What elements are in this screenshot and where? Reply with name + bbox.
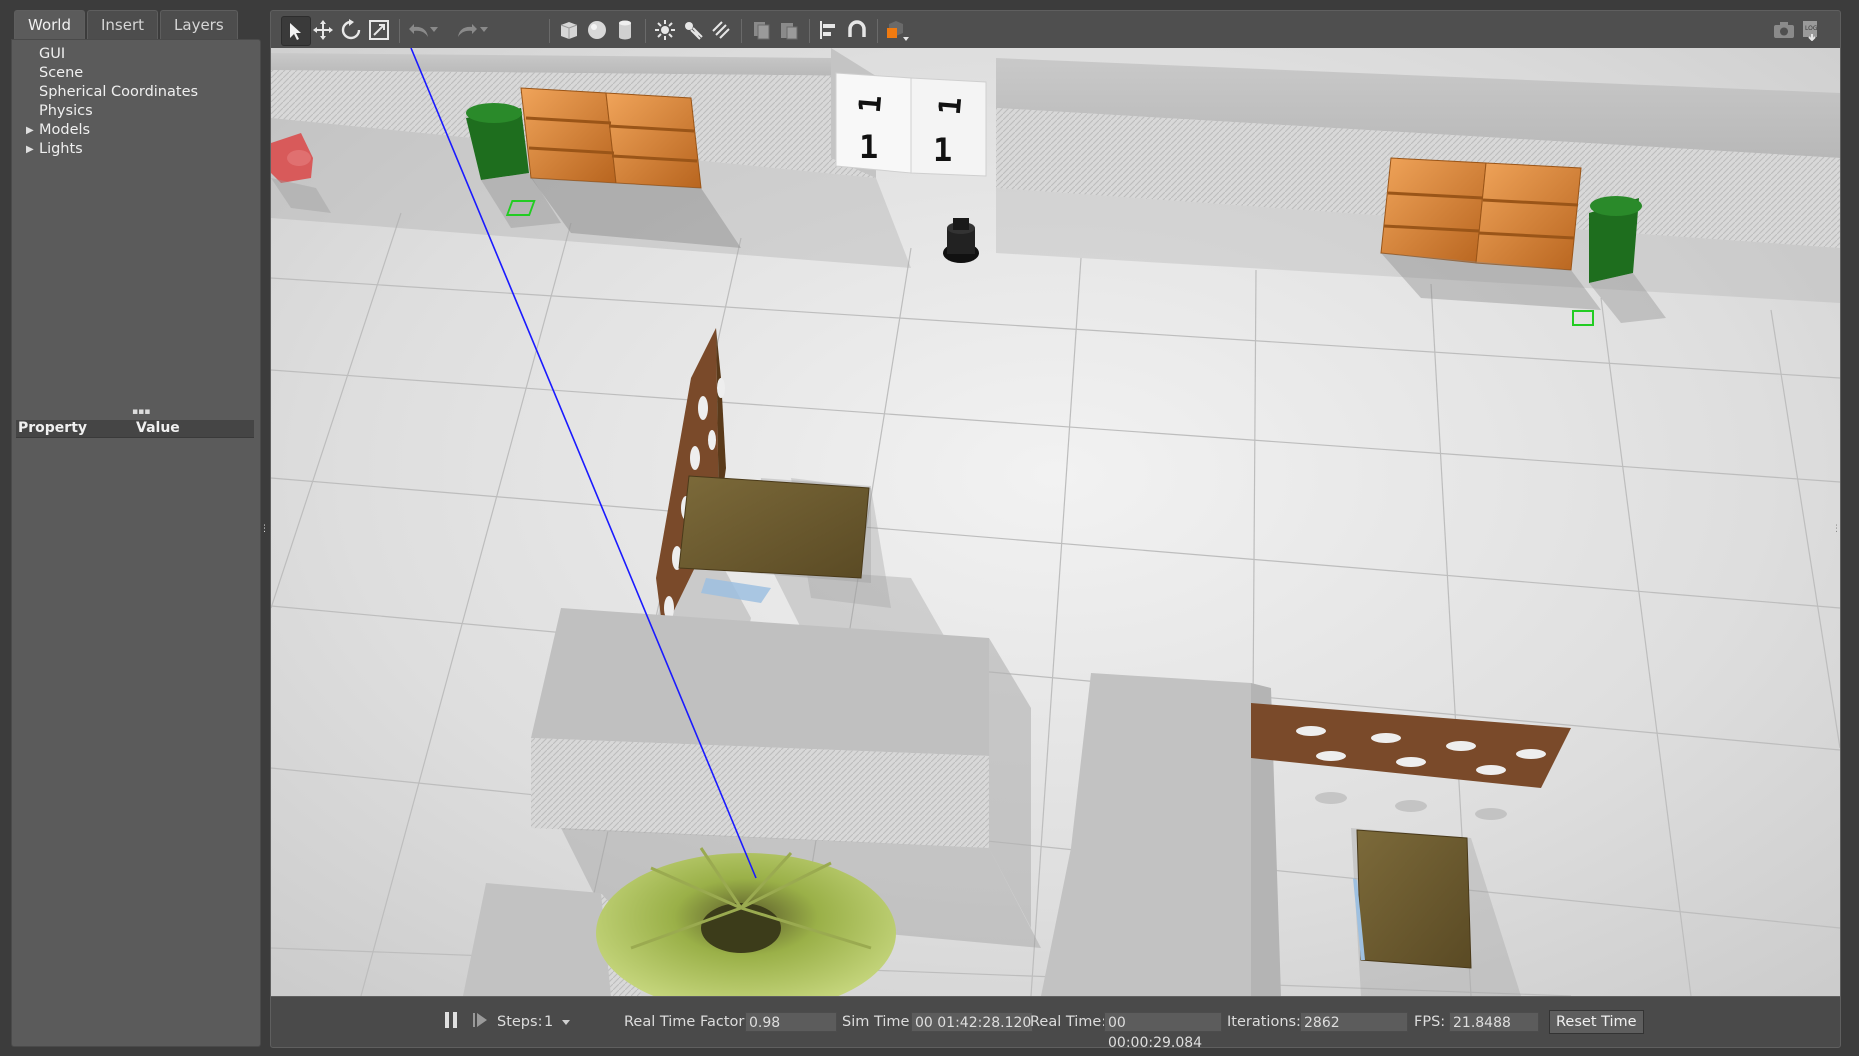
copy-button[interactable] [747,16,775,44]
undo-history-dropdown[interactable] [427,16,441,44]
tree-item-physics[interactable]: Physics [12,102,260,121]
toolbar-separator [877,19,878,43]
sphere-icon [588,21,606,39]
real-time-factor-field: 0.98 [745,1012,837,1032]
toolbar-separator [809,19,810,43]
spot-light-icon [685,22,703,40]
iterations-field: 2862 [1300,1012,1408,1032]
tree-item-scene[interactable]: Scene [12,64,260,83]
value-column-header: Value [136,420,180,436]
tab-world[interactable]: World [14,10,85,39]
sign-digit: 1 [933,131,952,169]
real-time-label: Real Time: [1030,1014,1107,1030]
toolbar-separator [645,19,646,43]
toolbar-separator [741,19,742,43]
sign-digit: 1 [933,95,969,116]
tree-item-lights[interactable]: ▶ Lights [12,140,260,159]
tree-item-models[interactable]: ▶ Models [12,121,260,140]
view-angle-icon [887,21,909,41]
spot-light-button[interactable] [679,16,707,44]
svg-text:LOG: LOG [1805,25,1818,32]
real-time-field: 00 00:00:29.084 [1104,1012,1222,1051]
number-sign-blocks: 1 1 1 1 [835,72,987,177]
snap-icon [848,20,866,37]
scene-viewport[interactable]: 1 1 1 1 ⋮ [270,48,1841,996]
snap-button[interactable] [843,16,871,44]
chevron-down-icon [430,27,438,32]
fps-field: 21.8488 [1449,1012,1539,1032]
chevron-down-icon [561,1020,570,1025]
world-tab-panel: GUI Scene Spherical Coordinates Physics … [11,39,261,1047]
log-icon: LOG [1803,21,1818,41]
pause-button[interactable] [443,1010,459,1030]
redo-history-dropdown[interactable] [477,16,491,44]
tree-item-label: Lights [39,141,83,157]
screenshot-icon [1774,22,1794,38]
expand-arrow-icon[interactable]: ▶ [26,121,34,140]
toolbar-separator [399,19,400,43]
panel-collapse-handle[interactable]: ⋮ [260,524,269,534]
tab-bar: World Insert Layers [14,10,240,40]
view-angle-button[interactable] [883,16,911,44]
screenshot-button[interactable] [1770,16,1798,44]
paste-button[interactable] [775,16,803,44]
tree-item-spherical-coordinates[interactable]: Spherical Coordinates [12,83,260,102]
align-button[interactable] [815,16,843,44]
tree-item-gui[interactable]: GUI [12,45,260,64]
property-table-header: Property Value [16,420,254,438]
splitter-handle[interactable]: ▪▪▪ [132,408,150,417]
insert-cylinder-button[interactable] [611,16,639,44]
pause-icon [445,1012,457,1028]
right-panel-collapse-handle[interactable]: ⋮ [1832,524,1840,534]
expand-arrow-icon[interactable]: ▶ [26,140,34,159]
redo-icon [458,24,477,37]
point-light-icon [655,20,675,40]
translate-icon [313,20,333,40]
iterations-label: Iterations: [1227,1014,1301,1030]
tab-layers[interactable]: Layers [160,10,238,39]
steps-value: 1 [544,1014,554,1030]
fps-label: FPS: [1414,1014,1446,1030]
paste-icon [781,23,798,40]
sim-time-field: 00 01:42:28.120 [911,1012,1033,1032]
translate-tool-button[interactable] [309,16,337,44]
rotate-icon [341,19,361,40]
steps-spinbox[interactable]: 1 [544,1012,570,1032]
scene-render: 1 1 1 1 [271,48,1840,996]
insert-sphere-button[interactable] [583,16,611,44]
property-column-header: Property [18,420,88,436]
real-time-factor-label: Real Time Factor: [624,1014,749,1030]
left-panel: World Insert Layers GUI Scene Spherical … [0,0,269,1056]
copy-icon [754,22,770,40]
tree-item-label: Models [39,122,91,138]
toolbar-separator [549,19,550,43]
sim-time-label: Sim Time: [842,1014,915,1030]
point-light-button[interactable] [651,16,679,44]
status-bar: Steps: 1 Real Time Factor: 0.98 Sim Time… [270,996,1841,1051]
sign-digit: 1 [853,93,889,114]
bookshelf-model[interactable] [1380,157,1601,310]
sign-digit: 1 [859,128,878,166]
world-tree: GUI Scene Spherical Coordinates Physics … [12,45,260,159]
chevron-down-icon [480,27,488,32]
scale-icon [369,20,389,40]
step-button[interactable] [471,1010,489,1030]
toolbar: LOG [270,10,1841,50]
scale-tool-button[interactable] [365,16,393,44]
align-icon [820,21,835,39]
select-tool-button[interactable] [281,16,311,46]
directional-light-icon [712,21,730,39]
log-button[interactable]: LOG [1797,16,1825,44]
reset-time-button[interactable]: Reset Time [1549,1010,1644,1034]
box-icon [560,22,578,39]
steps-label: Steps: [497,1014,543,1030]
step-forward-icon [473,1013,487,1027]
directional-light-button[interactable] [707,16,735,44]
cylinder-icon [619,20,631,40]
select-icon [290,23,301,40]
insert-box-button[interactable] [555,16,583,44]
tab-insert[interactable]: Insert [87,10,159,39]
rotate-tool-button[interactable] [337,16,365,44]
